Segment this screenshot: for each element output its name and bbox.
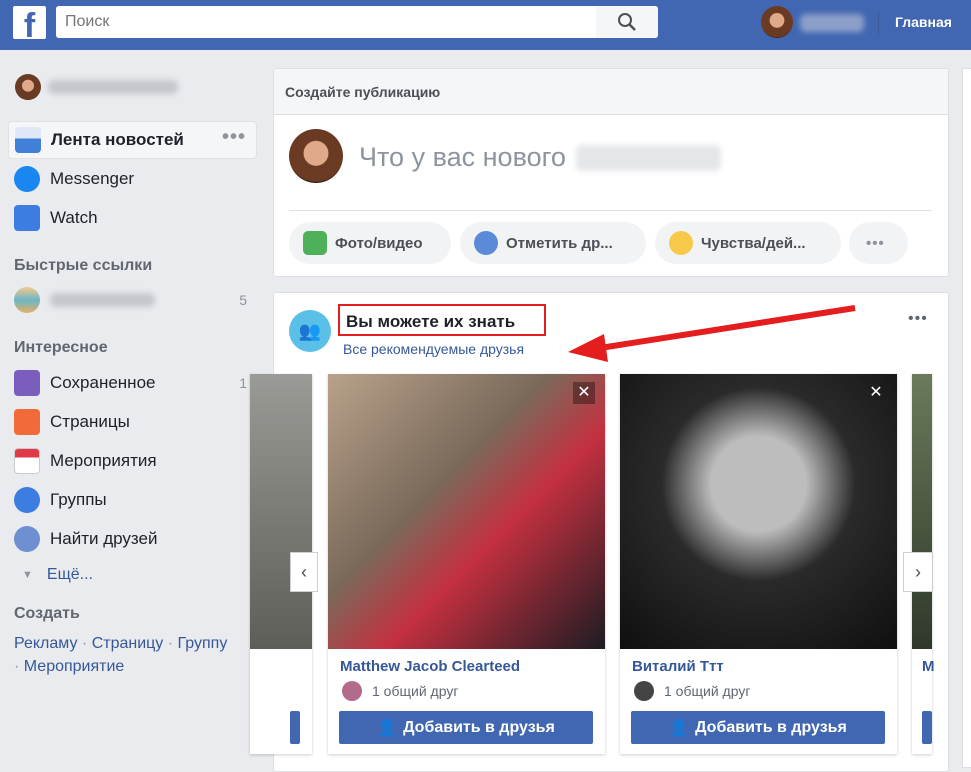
user-name-blurred[interactable] — [48, 80, 178, 94]
add-friend-icon: 👤 — [669, 719, 690, 737]
sidebar-item-label: Лента новостей — [51, 130, 184, 149]
user-avatar[interactable] — [15, 74, 41, 100]
composer-title: Создайте публикацию — [274, 69, 948, 115]
search-input[interactable] — [56, 6, 596, 38]
scroll-left-button[interactable]: ‹ — [290, 552, 318, 592]
mutual-friend-avatar — [342, 681, 362, 701]
label: 1 общий друг — [664, 683, 751, 699]
close-icon[interactable]: ✕ — [573, 382, 595, 404]
sidebar-item-find-friends[interactable]: Найти друзей — [8, 520, 257, 558]
composer-avatar — [289, 129, 343, 183]
create-links: Рекламу · Страницу · Группу · Мероприятие — [14, 635, 228, 675]
friend-name-link[interactable]: Matthew Jacob Clearteed — [340, 658, 520, 675]
pymk-title: Вы можете их знать — [338, 304, 546, 336]
home-link[interactable]: Главная — [895, 14, 952, 30]
sidebar-item-label: Messenger — [50, 169, 135, 188]
close-icon[interactable]: ✕ — [865, 382, 887, 404]
more-options-icon[interactable]: ••• — [222, 126, 246, 149]
search-icon — [618, 13, 636, 31]
group-avatar-icon — [14, 287, 40, 313]
profile-name-blurred[interactable] — [800, 14, 864, 32]
sidebar-item-groups[interactable]: Группы — [8, 481, 257, 519]
composer-input[interactable]: Что у вас нового — [359, 142, 721, 173]
sidebar-item-label: Сохраненное — [50, 373, 156, 392]
label: 1 общий друг — [372, 683, 459, 699]
more-options-icon[interactable]: ••• — [908, 310, 928, 328]
saved-icon — [14, 370, 40, 396]
composer-prompt: Что у вас нового — [359, 142, 566, 172]
facebook-logo[interactable]: f — [13, 6, 46, 39]
name-blurred — [575, 144, 721, 171]
photo-icon — [303, 231, 327, 255]
mutual-friends[interactable]: 1 общий друг — [634, 681, 750, 701]
add-friend-button[interactable]: 👤 Добавить в друзья — [631, 711, 885, 744]
friend-photo[interactable] — [620, 374, 897, 649]
tag-friends-button[interactable]: Отметить др... — [460, 222, 646, 264]
interesting-heading: Интересное — [14, 339, 108, 356]
search-box — [56, 6, 658, 38]
sidebar-item-news-feed[interactable]: Лента новостей ••• — [8, 121, 257, 159]
add-friend-button[interactable]: 👤 Добавить в друзья — [339, 711, 593, 744]
caret-down-icon: ▼ — [22, 569, 33, 581]
divider — [878, 12, 879, 34]
mutual-friends[interactable]: 1 общий друг — [342, 681, 458, 701]
sidebar-item-label: Watch — [50, 208, 98, 227]
pages-flag-icon — [14, 409, 40, 435]
annotation-arrow — [568, 305, 856, 362]
label: Добавить в друзья — [403, 718, 555, 736]
calendar-icon — [14, 448, 40, 474]
scroll-right-button[interactable]: › — [903, 552, 933, 592]
create-page-link[interactable]: Страницу — [92, 635, 164, 652]
watch-icon — [14, 205, 40, 231]
friend-card: ✕ Matthew Jacob Clearteed 1 общий друг 👤… — [328, 374, 605, 754]
sidebar-item-label: Группы — [50, 490, 107, 509]
create-heading: Создать — [14, 605, 80, 622]
label: Фото/видео — [335, 234, 423, 252]
photo-video-button[interactable]: Фото/видео — [289, 222, 451, 264]
sidebar-item-pages[interactable]: Страницы — [8, 403, 257, 441]
search-button[interactable] — [596, 6, 658, 38]
create-ad-link[interactable]: Рекламу — [14, 635, 77, 652]
more-actions-button[interactable]: ••• — [849, 222, 908, 264]
sidebar-item-watch[interactable]: Watch — [8, 199, 257, 237]
messenger-icon — [14, 166, 40, 192]
profile-avatar[interactable] — [761, 6, 793, 38]
create-event-link[interactable]: Мероприятие — [24, 658, 125, 675]
groups-icon — [14, 487, 40, 513]
link-name-blurred — [50, 293, 155, 307]
friends-icon: 👥 — [289, 310, 331, 352]
sidebar-item-label: Мероприятия — [50, 451, 157, 470]
sidebar-more[interactable]: ▼ Ещё... — [8, 556, 257, 594]
more-label: Ещё... — [46, 566, 93, 583]
feeling-button[interactable]: Чувства/дей... — [655, 222, 841, 264]
mutual-friend-avatar — [634, 681, 654, 701]
right-column-partial — [962, 68, 971, 768]
friend-name-link[interactable]: Виталий Ттт — [632, 658, 724, 675]
label: Отметить др... — [506, 234, 613, 252]
label: Чувства/дей... — [701, 234, 806, 252]
count-badge: 5 — [239, 292, 247, 308]
find-friends-icon — [14, 526, 40, 552]
friend-card: ✕ Виталий Ттт 1 общий друг 👤 Добавить в д… — [620, 374, 897, 754]
label: Добавить в друзья — [695, 718, 847, 736]
sidebar-item-label: Страницы — [50, 412, 130, 431]
sidebar-item-events[interactable]: Мероприятия — [8, 442, 257, 480]
sidebar-quick-link[interactable]: 5 — [8, 281, 257, 319]
quick-links-heading: Быстрые ссылки — [14, 257, 153, 274]
news-feed-icon — [15, 127, 41, 153]
see-all-suggestions-link[interactable]: Все рекомендуемые друзья — [343, 341, 524, 357]
count-badge: 1 — [239, 375, 247, 391]
tag-person-icon — [474, 231, 498, 255]
add-friend-icon: 👤 — [377, 719, 398, 737]
sidebar-item-saved[interactable]: Сохраненное 1 — [8, 364, 257, 402]
emoji-icon — [669, 231, 693, 255]
friend-photo[interactable] — [328, 374, 605, 649]
sidebar-item-label: Найти друзей — [50, 529, 158, 548]
divider — [289, 210, 932, 211]
create-group-link[interactable]: Группу — [178, 635, 228, 652]
sidebar-item-messenger[interactable]: Messenger — [8, 160, 257, 198]
